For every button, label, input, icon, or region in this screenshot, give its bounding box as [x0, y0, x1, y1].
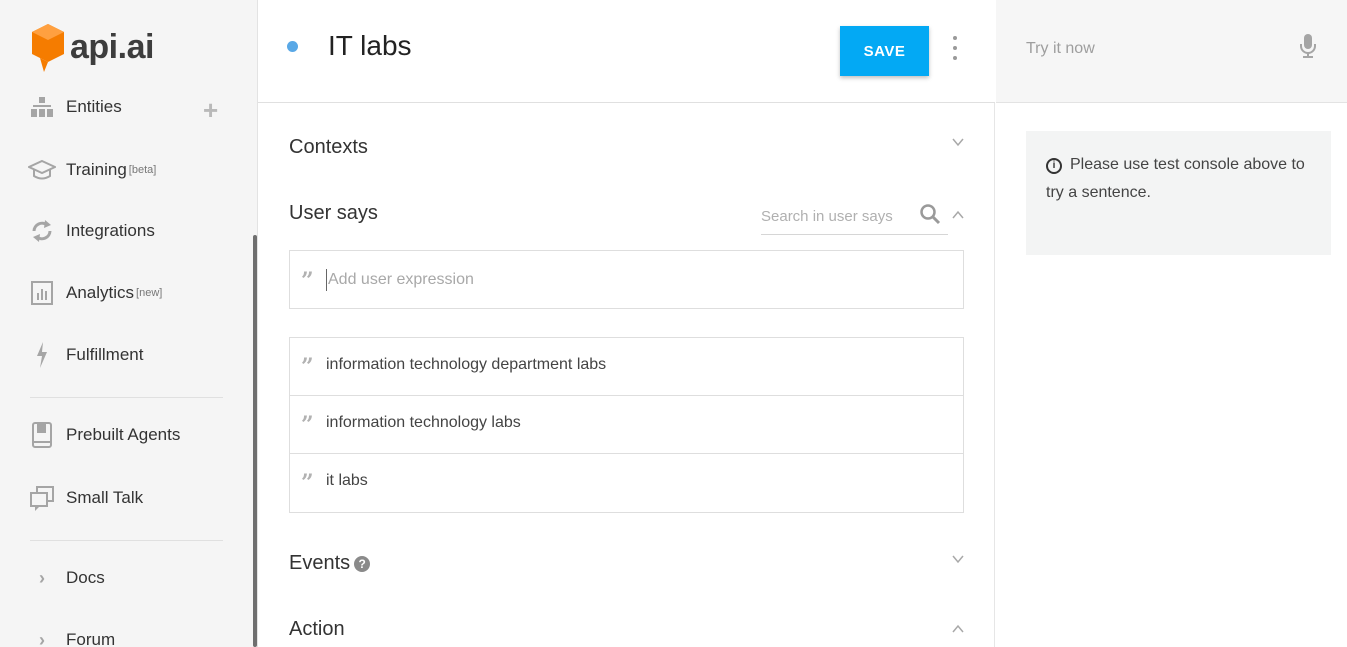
expression-text[interactable]: information technology department labs: [326, 356, 606, 374]
bolt-icon: [28, 341, 56, 369]
hint-text: Please use test console above to try a s…: [1046, 156, 1305, 201]
new-badge: [new]: [136, 287, 163, 299]
sidebar-item-label: Training: [66, 160, 127, 179]
test-console: [996, 0, 1347, 103]
intent-editor: Contexts User says ” ” information techn…: [258, 103, 995, 647]
sidebar-item-label: Prebuilt Agents: [66, 425, 181, 444]
sidebar-item-forum[interactable]: › Forum: [28, 625, 115, 647]
logo-text: api.ai: [70, 27, 154, 66]
quote-icon: ”: [301, 470, 314, 496]
add-expression-box: ”: [289, 250, 964, 309]
bar-chart-icon: [28, 279, 56, 307]
expression-text[interactable]: it labs: [326, 472, 368, 490]
search-input[interactable]: [761, 204, 911, 228]
sidebar-item-docs[interactable]: › Docs: [28, 563, 105, 593]
sidebar-item-label: Forum: [66, 630, 116, 647]
events-label: Events: [289, 552, 351, 574]
sidebar-item-analytics[interactable]: Analytics [new]: [28, 278, 162, 308]
intent-name[interactable]: IT labs: [328, 30, 412, 62]
entities-icon: [28, 93, 56, 121]
test-console-hint: i Please use test console above to try a …: [1026, 131, 1331, 255]
sidebar-item-label: Docs: [66, 568, 105, 587]
add-entity-button[interactable]: +: [203, 97, 218, 123]
graduation-cap-icon: [28, 156, 56, 184]
sidebar-item-label: Small Talk: [66, 488, 144, 507]
sidebar-divider: [30, 397, 223, 398]
sidebar-item-label: Entities: [66, 97, 122, 116]
chevron-down-icon[interactable]: [952, 134, 964, 151]
quote-icon: ”: [301, 268, 314, 294]
logo[interactable]: api.ai: [30, 22, 154, 72]
beta-badge: [beta]: [128, 164, 157, 176]
chevron-down-icon[interactable]: [952, 551, 964, 568]
add-user-expression-input[interactable]: [326, 269, 926, 291]
help-icon[interactable]: ?: [354, 556, 371, 572]
chat-bubbles-icon: [28, 484, 56, 512]
sidebar: api.ai Entities + Training [beta] Integr…: [0, 0, 258, 647]
save-button[interactable]: SAVE: [840, 26, 929, 76]
sidebar-item-prebuilt-agents[interactable]: Prebuilt Agents: [28, 420, 180, 450]
sidebar-item-entities[interactable]: Entities: [28, 92, 122, 122]
intent-header: IT labs SAVE: [258, 0, 995, 103]
events-section-title[interactable]: Events?: [289, 552, 371, 575]
sidebar-divider: [30, 540, 223, 541]
expression-text[interactable]: information technology labs: [326, 414, 521, 432]
expression-list: ” information technology department labs…: [289, 337, 964, 513]
chevron-up-icon[interactable]: [952, 621, 964, 638]
api-ai-logo-icon: [32, 24, 64, 72]
user-says-section-title[interactable]: User says: [289, 202, 378, 225]
chevron-up-icon[interactable]: [952, 207, 964, 224]
search-icon[interactable]: [919, 203, 941, 230]
list-item[interactable]: ” information technology department labs: [290, 338, 963, 396]
sidebar-item-fulfillment[interactable]: Fulfillment: [28, 340, 143, 370]
sidebar-item-training[interactable]: Training [beta]: [28, 155, 156, 185]
chevron-right-icon: ›: [39, 629, 45, 647]
microphone-icon[interactable]: [1299, 32, 1317, 65]
list-item[interactable]: ” information technology labs: [290, 396, 963, 454]
sidebar-item-label: Integrations: [66, 221, 155, 240]
more-options-icon[interactable]: [948, 36, 962, 60]
contexts-section-title[interactable]: Contexts: [289, 136, 368, 159]
book-icon: [28, 421, 56, 449]
sidebar-item-small-talk[interactable]: Small Talk: [28, 483, 143, 513]
user-says-search: [761, 199, 948, 235]
list-item[interactable]: ” it labs: [290, 454, 963, 512]
sidebar-item-integrations[interactable]: Integrations: [28, 216, 155, 246]
chevron-right-icon: ›: [39, 567, 45, 588]
sync-icon: [28, 217, 56, 245]
quote-icon: ”: [301, 354, 314, 380]
sidebar-item-label: Analytics: [66, 283, 135, 302]
status-dot: [287, 41, 298, 52]
try-it-now-input[interactable]: [1026, 37, 1286, 61]
quote-icon: ”: [301, 412, 314, 438]
sidebar-scrollbar[interactable]: [253, 235, 257, 647]
info-icon: i: [1046, 158, 1062, 174]
action-section-title[interactable]: Action: [289, 618, 345, 641]
sidebar-item-label: Fulfillment: [66, 345, 144, 364]
